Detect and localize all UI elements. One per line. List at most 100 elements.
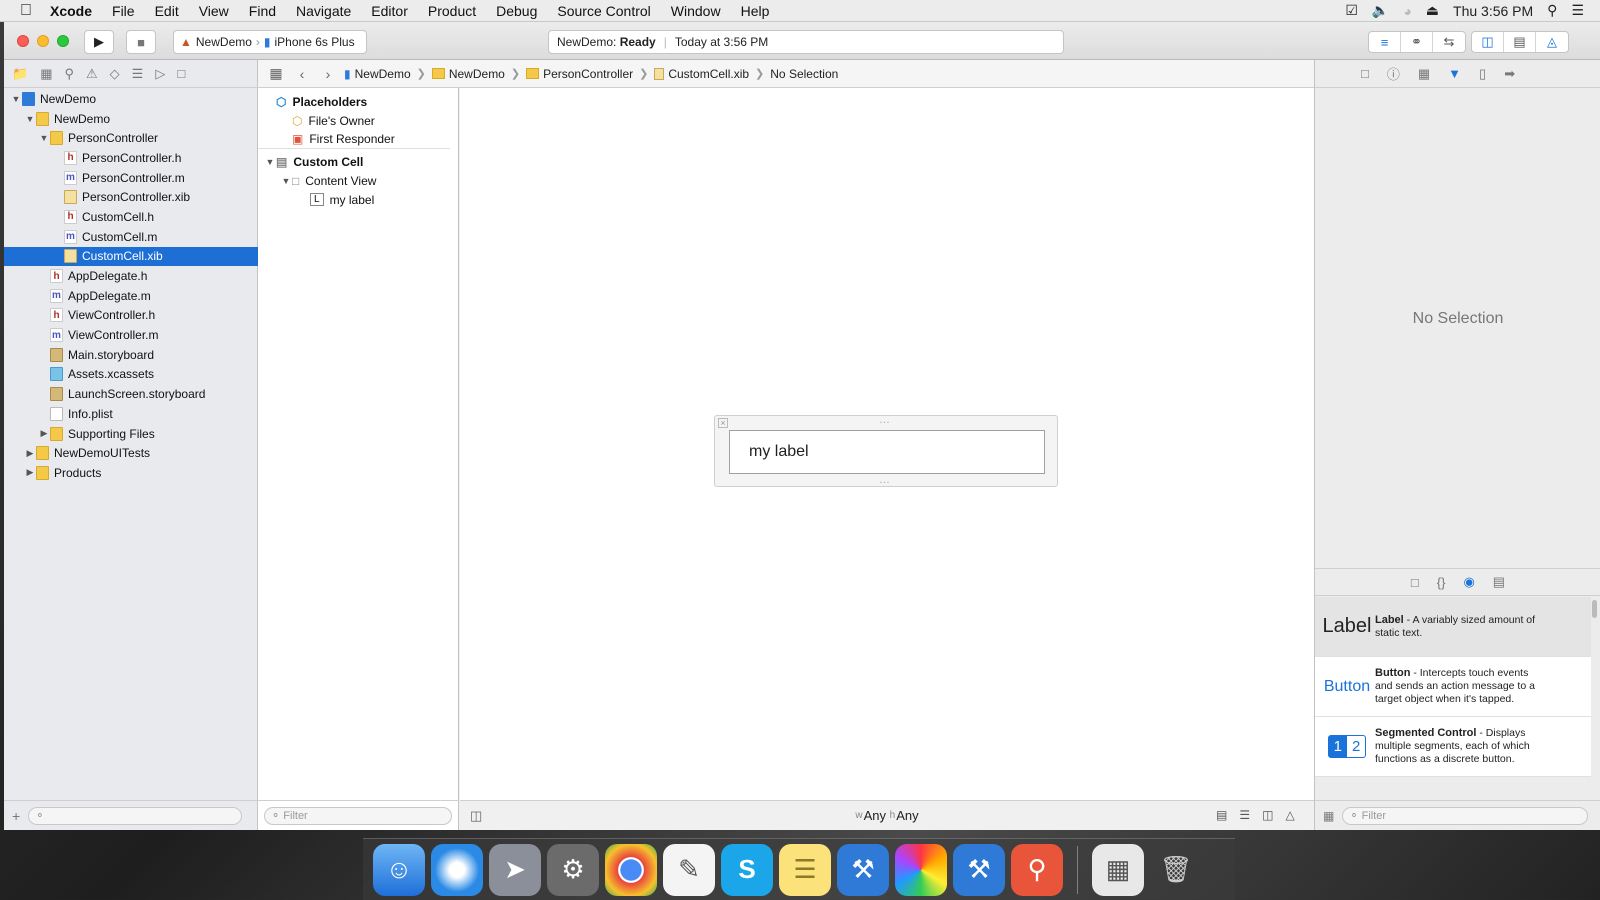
apple-icon[interactable]:  [20,2,40,20]
back-arrow-icon[interactable]: ‹ [292,66,312,82]
connections-inspector-icon[interactable]: ➡ [1504,66,1515,82]
align-icon[interactable]: ☰ [1239,808,1250,822]
library-filter-input[interactable]: ⚬ Filter [1342,806,1589,825]
tree-item-file[interactable]: Assets.xcassets [4,365,258,385]
disclosure-open-icon[interactable]: ▼ [280,176,292,186]
menu-editor[interactable]: Editor [361,3,418,19]
utilities-toggle-icon[interactable]: ◬ [1536,32,1568,52]
run-button[interactable]: ▶ [84,30,114,54]
system-preferences-icon[interactable]: ⚙ [547,843,599,896]
size-class-width[interactable]: Any [864,808,886,823]
breadcrumb-group[interactable]: PersonController [526,67,633,81]
menu-help[interactable]: Help [731,3,780,19]
breadcrumb-project[interactable]: ▮ NewDemo [344,67,411,81]
launchpad-icon[interactable]: ➤ [489,843,541,896]
interface-builder-canvas[interactable]: × … … my label ◫ w Any h Any ▤ ☰ ◫ △ [460,88,1314,830]
outline-my-label[interactable]: Lmy label [258,190,458,209]
tree-item-file[interactable]: PersonController.xib [4,187,258,207]
disclosure-open-icon[interactable]: ▼ [24,114,36,124]
tree-item-file[interactable]: m AppDelegate.m [4,286,258,306]
my-label[interactable]: my label [749,443,809,461]
instruments-icon[interactable]: ⚲ [1011,843,1063,896]
forward-arrow-icon[interactable]: › [318,66,338,82]
help-icon[interactable]: ⓘ [1387,64,1400,83]
debug-area-toggle-icon[interactable]: ▤ [1504,32,1536,52]
library-scrollbar[interactable] [1592,600,1597,618]
tree-item-group[interactable]: ▼ NewDemo [4,109,258,129]
disclosure-open-icon[interactable]: ▼ [264,157,276,167]
assistant-editor-icon[interactable]: ⚭ [1401,32,1433,52]
outline-files-owner[interactable]: ⬡ File's Owner [258,111,458,130]
textedit-icon[interactable]: ✎ [663,843,715,896]
media-library-icon[interactable]: ▤ [1493,574,1505,590]
attributes-inspector-icon[interactable]: ▼ [1448,66,1461,81]
grid-view-icon[interactable]: ▦ [1323,809,1334,823]
tree-item-file[interactable]: LaunchScreen.storyboard [4,384,258,404]
warning-icon[interactable]: ⚠ [86,66,98,82]
menu-window[interactable]: Window [661,3,731,19]
tree-item-file[interactable]: m ViewController.m [4,325,258,345]
xcode-icon[interactable]: ⚒ [837,843,889,896]
version-editor-icon[interactable]: ⇆ [1433,32,1465,52]
test-icon[interactable]: ◇ [110,66,120,82]
library-item-button[interactable]: Button Button - Intercepts touch events … [1315,657,1591,717]
library-item-segmented-control[interactable]: 12 Segmented Control - Displays multiple… [1315,717,1591,777]
breadcrumb-file[interactable]: CustomCell.xib [654,67,749,81]
report-icon[interactable]: □ [177,66,185,81]
tree-item-group[interactable]: ▶ Products [4,463,258,483]
notes-icon[interactable]: ☰ [779,843,831,896]
menu-product[interactable]: Product [418,3,486,19]
custom-cell-view[interactable]: × … … my label [714,414,1058,487]
checkbox-status-icon[interactable]: ☑ [1345,2,1358,19]
code-snippet-icon[interactable]: {} [1437,575,1446,590]
chrome-icon[interactable] [605,843,657,896]
disclosure-closed-icon[interactable]: ▶ [24,467,36,478]
outline-first-responder[interactable]: ▣ First Responder [258,130,450,149]
outline-custom-cell[interactable]: ▼ ▤ Custom Cell [258,152,458,171]
outline-content-view[interactable]: ▼ □ Content View [258,171,458,190]
minimize-window-button[interactable] [37,35,49,47]
resolve-icon[interactable]: △ [1285,808,1294,822]
volume-icon[interactable]: 🔈 [1372,2,1389,19]
resize-handle-icon[interactable]: … [879,414,890,426]
search-icon[interactable]: ⚲ [64,66,74,82]
file-inspector-icon[interactable]: □ [1361,66,1369,81]
downloads-stack-icon[interactable]: ▦ [1092,843,1144,896]
scheme-selector[interactable]: ▲ NewDemo › ▮ iPhone 6s Plus [173,30,367,54]
library-item-label[interactable]: Label Label - A variably sized amount of… [1315,597,1591,657]
breadcrumb-group[interactable]: NewDemo [431,67,505,81]
add-icon[interactable]: + [12,808,20,824]
pin-icon[interactable]: ◫ [1262,808,1273,822]
file-template-icon[interactable]: □ [1411,575,1419,590]
menu-edit[interactable]: Edit [145,3,189,19]
standard-editor-icon[interactable]: ≡ [1369,32,1401,52]
tree-item-file[interactable]: h ViewController.h [4,306,258,326]
navigator-toggle-icon[interactable]: ◫ [1472,32,1504,52]
menu-view[interactable]: View [189,3,239,19]
outline-toggle-icon[interactable]: ◫ [470,808,482,824]
outline-placeholders[interactable]: ⬡ Placeholders [258,92,458,111]
size-class-height[interactable]: Any [896,808,918,823]
outline-filter-input[interactable]: ⚬ Filter [264,806,452,825]
tree-item-file[interactable]: Info.plist [4,404,258,424]
breadcrumb-selection[interactable]: No Selection [770,67,838,81]
notification-center-icon[interactable]: ☰ [1571,2,1584,19]
photos-icon[interactable] [895,843,947,896]
menu-find[interactable]: Find [239,3,286,19]
spotlight-icon[interactable]: ⚲ [1547,2,1557,19]
menu-app[interactable]: Xcode [40,3,102,19]
menu-navigate[interactable]: Navigate [286,3,361,19]
folder-icon[interactable]: 📁 [12,66,28,82]
disclosure-open-icon[interactable]: ▼ [38,133,50,143]
tree-item-project[interactable]: ▼ NewDemo [4,89,258,109]
skype-icon[interactable]: S [721,843,773,896]
tree-item-group[interactable]: ▼ PersonController [4,128,258,148]
safari-icon[interactable]: ✦ [431,843,483,896]
menu-debug[interactable]: Debug [486,3,547,19]
disclosure-closed-icon[interactable]: ▶ [24,448,36,459]
tree-item-group[interactable]: ▶ Supporting Files [4,424,258,444]
navigator-filter-input[interactable]: ⚬ [28,806,243,825]
zoom-window-button[interactable] [57,35,69,47]
disclosure-open-icon[interactable]: ▼ [10,94,22,104]
debug-navigator-icon[interactable]: ☰ [132,66,144,82]
